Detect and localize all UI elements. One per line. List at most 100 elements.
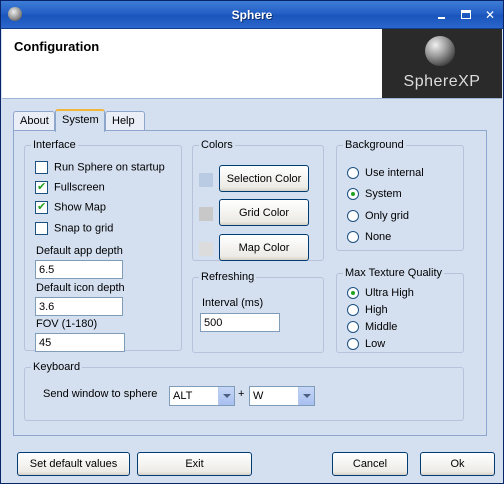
dialog-button-bar: Set default values Exit Cancel Ok	[2, 441, 502, 483]
system-tab-panel: Interface Run Sphere on startup Fullscre…	[13, 130, 487, 436]
close-button[interactable]: ✕	[481, 7, 499, 23]
header-banner: Configuration SphereXP	[2, 29, 502, 99]
texture-ultra-high-radio[interactable]: Ultra High	[347, 287, 414, 303]
page-title: Configuration	[14, 39, 100, 54]
checkbox-box	[35, 222, 48, 235]
spherexp-logo: SphereXP	[382, 29, 502, 98]
checkbox-label: Show Map	[54, 201, 106, 214]
map-color-label: Map Color	[238, 241, 290, 254]
radio-circle	[347, 338, 359, 351]
texture-middle-radio[interactable]: Middle	[347, 321, 397, 337]
radio-circle	[347, 188, 359, 201]
cancel-button[interactable]: Cancel	[332, 452, 408, 476]
set-default-values-label: Set default values	[29, 458, 118, 470]
run-on-startup-checkbox[interactable]: Run Sphere on startup	[35, 161, 165, 177]
interface-group: Interface Run Sphere on startup Fullscre…	[24, 139, 182, 352]
selection-color-swatch	[199, 173, 213, 187]
close-icon: ✕	[484, 8, 496, 22]
fov-input[interactable]	[35, 333, 125, 352]
ok-button[interactable]: Ok	[420, 452, 495, 476]
sphere-window: Sphere ✕ Configuration SphereXP About Sy…	[0, 0, 504, 484]
radio-circle	[347, 321, 359, 334]
background-legend: Background	[345, 139, 404, 151]
app-depth-label: Default app depth	[36, 245, 123, 257]
checkbox-label: Run Sphere on startup	[54, 161, 165, 174]
cancel-label: Cancel	[352, 458, 388, 470]
show-map-checkbox[interactable]: Show Map	[35, 200, 106, 217]
refreshing-group: Refreshing Interval (ms)	[192, 271, 324, 353]
fov-label: FOV (1-180)	[36, 318, 98, 330]
radio-label: Use internal	[365, 167, 424, 180]
maximize-button[interactable]	[457, 7, 475, 23]
selection-color-button[interactable]: Selection Color	[219, 165, 309, 192]
minimize-button[interactable]	[433, 7, 451, 23]
texture-high-radio[interactable]: High	[347, 304, 388, 320]
checkbox-box	[35, 180, 48, 194]
hotkey-select[interactable]: W	[249, 386, 315, 406]
window-title: Sphere	[231, 8, 273, 22]
tab-about[interactable]: About	[13, 111, 55, 131]
colors-group: Colors Selection Color Grid Color Map Co…	[192, 139, 324, 261]
interval-input[interactable]	[200, 313, 280, 332]
checkbox-label: Snap to grid	[54, 222, 114, 235]
radio-label: Low	[365, 338, 386, 351]
maximize-icon	[461, 10, 471, 19]
keyboard-legend: Keyboard	[33, 361, 81, 373]
plus-sign: +	[238, 388, 245, 400]
app-depth-input[interactable]	[35, 260, 123, 279]
radio-circle	[347, 231, 359, 244]
exit-label: Exit	[185, 458, 204, 470]
modifier-key-value: ALT	[173, 390, 193, 402]
radio-label: High	[365, 304, 388, 317]
chevron-down-icon	[218, 387, 234, 405]
map-color-swatch	[199, 242, 213, 256]
radio-circle	[347, 210, 359, 223]
background-none-radio[interactable]: None	[347, 231, 391, 247]
chevron-down-icon	[298, 387, 314, 405]
icon-depth-label: Default icon depth	[36, 282, 125, 294]
ok-label: Ok	[450, 458, 465, 470]
grid-color-label: Grid Color	[238, 206, 290, 219]
grid-color-button[interactable]: Grid Color	[219, 199, 309, 226]
icon-depth-input[interactable]	[35, 297, 123, 316]
interface-legend: Interface	[33, 139, 76, 151]
radio-label: Ultra High	[365, 287, 414, 300]
hotkey-value: W	[253, 390, 264, 402]
exit-button[interactable]: Exit	[137, 452, 252, 476]
radio-label: Only grid	[365, 210, 410, 223]
selection-color-label: Selection Color	[226, 172, 302, 185]
background-system-radio[interactable]: System	[347, 188, 402, 204]
texture-quality-group: Max Texture Quality Ultra High High Midd…	[336, 267, 464, 353]
checkbox-box	[35, 161, 48, 174]
background-use-internal-radio[interactable]: Use internal	[347, 167, 424, 183]
checkbox-label: Fullscreen	[54, 181, 105, 194]
radio-circle	[347, 167, 359, 180]
radio-label: System	[365, 188, 402, 201]
refreshing-legend: Refreshing	[201, 271, 255, 283]
radio-label: None	[365, 231, 392, 244]
sphere-logo-icon	[425, 36, 455, 66]
radio-circle	[347, 287, 359, 300]
texture-quality-legend: Max Texture Quality	[345, 267, 443, 279]
keyboard-group: Keyboard Send window to sphere ALT + W	[24, 361, 464, 421]
colors-legend: Colors	[201, 139, 233, 151]
tab-help[interactable]: Help	[105, 111, 145, 131]
background-group: Background Use internal System Only grid…	[336, 139, 464, 251]
radio-circle	[347, 304, 359, 317]
texture-low-radio[interactable]: Low	[347, 338, 385, 354]
send-window-label: Send window to sphere	[43, 388, 158, 400]
modifier-key-select[interactable]: ALT	[169, 386, 235, 406]
fullscreen-checkbox[interactable]: Fullscreen	[35, 180, 105, 197]
background-only-grid-radio[interactable]: Only grid	[347, 210, 409, 226]
logo-text: SphereXP	[403, 73, 481, 90]
interval-label: Interval (ms)	[202, 297, 264, 309]
radio-label: Middle	[365, 321, 398, 334]
grid-color-swatch	[199, 207, 213, 221]
tab-system[interactable]: System	[55, 109, 105, 132]
snap-to-grid-checkbox[interactable]: Snap to grid	[35, 222, 113, 238]
title-bar[interactable]: Sphere ✕	[1, 1, 503, 29]
minimize-icon	[438, 17, 445, 19]
checkbox-box	[35, 200, 48, 214]
map-color-button[interactable]: Map Color	[219, 234, 309, 261]
set-default-values-button[interactable]: Set default values	[17, 452, 130, 476]
